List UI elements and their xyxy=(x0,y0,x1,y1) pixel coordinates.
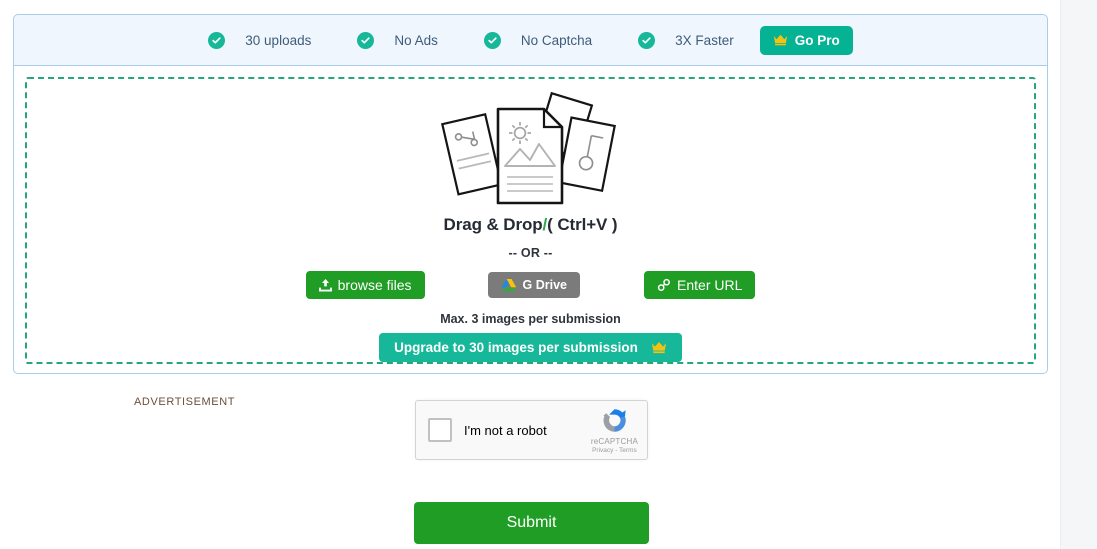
file-dropzone[interactable]: Drag & Drop/( Ctrl+V ) -- OR -- browse f… xyxy=(25,77,1036,364)
feature-label: 30 uploads xyxy=(245,32,312,48)
go-pro-button[interactable]: Go Pro xyxy=(759,25,853,55)
feature-30-uploads: 30 uploads xyxy=(208,31,312,49)
crown-icon xyxy=(773,34,788,46)
recaptcha-label: I'm not a robot xyxy=(464,422,547,438)
pro-features-row: 30 uploads No Ads No Captcha 3X Faster G… xyxy=(208,25,853,55)
gdrive-button[interactable]: G Drive xyxy=(487,272,581,298)
recaptcha-branding: reCAPTCHA Privacy - Terms xyxy=(591,406,638,454)
crown-icon xyxy=(651,341,667,354)
google-drive-icon xyxy=(501,278,517,293)
feature-no-ads: No Ads xyxy=(357,31,438,49)
feature-no-captcha: No Captcha xyxy=(483,31,593,49)
submit-button[interactable]: Submit xyxy=(414,502,649,544)
check-circle-icon xyxy=(357,31,375,49)
upload-icon xyxy=(318,278,332,292)
page-content: 30 uploads No Ads No Captcha 3X Faster G… xyxy=(0,0,1060,549)
empty-checkbox-icon[interactable] xyxy=(428,418,452,442)
documents-stack-icon xyxy=(431,91,631,209)
drag-drop-heading: Drag & Drop/( Ctrl+V ) xyxy=(444,215,618,235)
upgrade-images-button[interactable]: Upgrade to 30 images per submission xyxy=(379,333,682,362)
max-images-note: Max. 3 images per submission xyxy=(440,312,621,326)
upload-panel: Drag & Drop/( Ctrl+V ) -- OR -- browse f… xyxy=(13,66,1048,374)
browse-files-label: browse files xyxy=(337,277,412,293)
upload-source-buttons: browse files G Drive Enter URL xyxy=(305,271,756,299)
or-divider-text: -- OR -- xyxy=(508,246,553,260)
advertisement-label: ADVERTISEMENT xyxy=(134,396,236,408)
browse-files-button[interactable]: browse files xyxy=(305,271,425,299)
drag-drop-shortcut: ( Ctrl+V ) xyxy=(547,215,618,234)
enter-url-label: Enter URL xyxy=(677,277,743,293)
enter-url-button[interactable]: Enter URL xyxy=(644,271,756,299)
check-circle-icon xyxy=(638,31,656,49)
check-circle-icon xyxy=(208,31,226,49)
link-icon xyxy=(657,278,671,292)
page-root: 30 uploads No Ads No Captcha 3X Faster G… xyxy=(0,0,1097,549)
gdrive-label: G Drive xyxy=(522,278,568,292)
feature-3x-faster: 3X Faster xyxy=(638,31,734,49)
feature-label: No Captcha xyxy=(520,32,593,48)
check-circle-icon xyxy=(483,31,501,49)
upgrade-label: Upgrade to 30 images per submission xyxy=(394,340,638,355)
recaptcha-widget[interactable]: I'm not a robot reCAPTCHA Privacy - Term… xyxy=(415,400,648,460)
pro-features-banner: 30 uploads No Ads No Captcha 3X Faster G… xyxy=(13,14,1048,66)
recaptcha-brand-links[interactable]: Privacy - Terms xyxy=(592,447,637,454)
drag-drop-main: Drag & Drop xyxy=(443,215,543,234)
vertical-scrollbar[interactable] xyxy=(1060,0,1097,549)
recaptcha-brand-name: reCAPTCHA xyxy=(590,437,638,446)
go-pro-label: Go Pro xyxy=(794,32,840,48)
recaptcha-logo-icon xyxy=(600,406,629,435)
feature-label: 3X Faster xyxy=(675,32,734,48)
feature-label: No Ads xyxy=(394,32,438,48)
